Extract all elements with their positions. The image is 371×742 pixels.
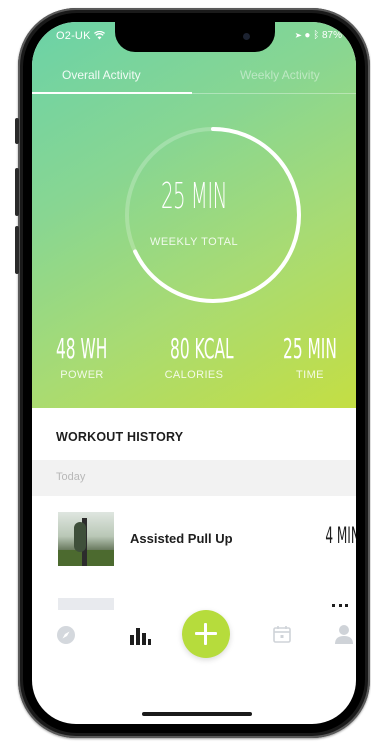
location-icon: ➤ xyxy=(295,30,302,41)
workout-name: Assisted Pull Up xyxy=(130,531,233,546)
weekly-total-number: 25 MIN xyxy=(161,176,227,217)
profile-icon[interactable] xyxy=(334,623,354,650)
add-workout-button[interactable] xyxy=(182,610,230,658)
stat-calories-value: 80 KCAL xyxy=(170,332,234,365)
volume-up-button xyxy=(15,168,19,216)
battery-level: 87% xyxy=(321,30,342,41)
volume-down-button xyxy=(15,226,19,274)
active-tab-indicator xyxy=(32,92,192,94)
stat-time: 25 MIN TIME xyxy=(260,332,356,381)
workout-duration: 4 MIN xyxy=(325,524,356,549)
day-label: Today xyxy=(56,471,86,483)
workout-list-item[interactable]: Assisted Pull Up 4 MIN xyxy=(32,512,356,572)
weekly-total-value: 25 MIN xyxy=(32,176,356,217)
phone-frame: O2-UK ➤ ● ᛒ 87% Overall Activity Weekly … xyxy=(15,8,370,738)
camera-icon xyxy=(243,33,250,40)
tab-overall-activity[interactable]: Overall Activity xyxy=(62,68,141,82)
mute-switch xyxy=(15,118,19,144)
bar-chart-icon[interactable] xyxy=(128,625,152,650)
bluetooth-icon: ᛒ xyxy=(313,30,320,41)
notch xyxy=(115,22,275,52)
stat-power-label: POWER xyxy=(60,369,104,381)
stat-time-label: TIME xyxy=(296,369,324,381)
stat-time-value: 25 MIN xyxy=(283,332,337,365)
day-section-header: Today xyxy=(32,460,356,496)
weekly-total-label: WEEKLY TOTAL xyxy=(149,236,239,248)
home-indicator[interactable] xyxy=(142,712,252,716)
carrier-label: O2-UK xyxy=(56,30,91,42)
activity-tabs: Overall Activity Weekly Activity xyxy=(32,60,356,94)
activity-hero: O2-UK ➤ ● ᛒ 87% Overall Activity Weekly … xyxy=(32,22,356,408)
workout-history-title: WORKOUT HISTORY xyxy=(56,430,184,444)
stat-power-value: 48 WH xyxy=(56,332,108,365)
status-indicators: ➤ ● ᛒ 87% xyxy=(296,30,342,41)
workout-thumbnail xyxy=(58,512,114,566)
tab-weekly-activity[interactable]: Weekly Activity xyxy=(240,68,320,82)
stat-power: 48 WH POWER xyxy=(32,332,132,381)
thumb-figure xyxy=(74,522,86,552)
wifi-icon xyxy=(93,30,105,42)
app-screen: O2-UK ➤ ● ᛒ 87% Overall Activity Weekly … xyxy=(32,22,356,724)
stat-calories: 80 KCAL CALORIES xyxy=(144,332,244,381)
compass-icon[interactable] xyxy=(56,625,76,650)
status-carrier: O2-UK xyxy=(56,30,105,42)
stat-calories-label: CALORIES xyxy=(164,369,224,381)
alarm-icon: ● xyxy=(304,30,311,41)
calendar-icon[interactable] xyxy=(272,624,292,649)
